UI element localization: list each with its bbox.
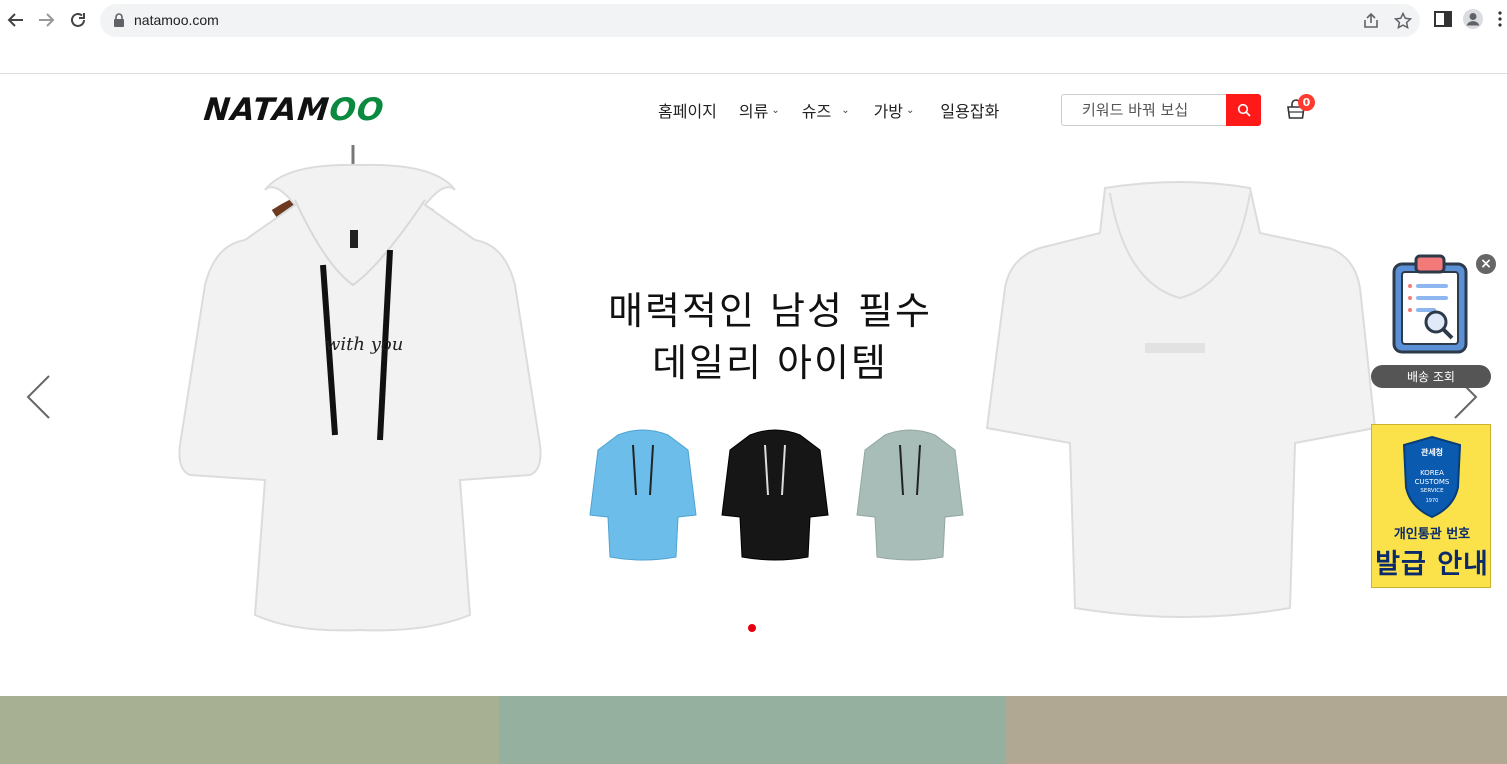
delivery-tracking-button[interactable]: 배송 조회	[1371, 365, 1491, 388]
delivery-tracking-label: 배송 조회	[1407, 370, 1455, 384]
forward-button[interactable]	[34, 8, 58, 32]
side-panel-icon[interactable]	[1432, 8, 1454, 30]
menu-item-label: 홈페이지	[658, 102, 717, 121]
logo-text-accent: OO	[327, 92, 387, 128]
profile-icon[interactable]	[1462, 8, 1484, 30]
customs-shield-icon: 관세청 KOREA CUSTOMS SERVICE 1970	[1402, 435, 1462, 519]
menu-item-label: 의류	[738, 102, 769, 121]
search-input[interactable]	[1062, 95, 1227, 125]
arrow-left-icon	[7, 13, 23, 27]
lock-icon	[114, 13, 124, 27]
hero-headline-line2: 데일리 아이템	[652, 341, 888, 385]
url-text: natamoo.com	[134, 12, 219, 28]
star-icon[interactable]	[1394, 12, 1412, 30]
clipboard-search-icon[interactable]	[1390, 252, 1470, 356]
menu-item-clothing[interactable]: 의류 ⌄	[739, 98, 780, 122]
customs-id-banner[interactable]: 관세청 KOREA CUSTOMS SERVICE 1970 개인통관 번호 발…	[1371, 424, 1491, 588]
menu-item-shoes[interactable]: 슈즈 ⌄	[802, 98, 850, 122]
menu-item-label: 슈즈	[801, 102, 832, 121]
search-icon	[1237, 103, 1251, 117]
menu-item-bags[interactable]: 가방 ⌄	[874, 98, 915, 122]
browser-toolbar: natamoo.com	[0, 0, 1507, 74]
menu-item-goods[interactable]: 일용잡화	[940, 98, 999, 122]
hoodie-blue-image	[589, 429, 697, 561]
site-logo[interactable]: NATAMOO	[202, 92, 386, 128]
reload-button[interactable]	[66, 8, 90, 32]
category-banner-1[interactable]	[0, 696, 499, 764]
slider-pagination-dot[interactable]	[748, 624, 756, 632]
cart-count-badge: 0	[1298, 94, 1315, 111]
search-button[interactable]	[1226, 94, 1261, 126]
hoodie-front-image: with you	[178, 145, 542, 632]
hoodie-gray-image	[856, 429, 964, 561]
share-icon[interactable]	[1362, 12, 1380, 30]
chevron-down-icon: ⌄	[906, 104, 915, 116]
logo-text-primary: NATAM	[202, 92, 332, 128]
kebab-menu-icon[interactable]	[1496, 8, 1504, 30]
customs-line2: 발급 안내	[1375, 549, 1489, 580]
reload-icon	[71, 12, 85, 27]
category-banner-3[interactable]	[1006, 696, 1507, 764]
chevron-down-icon: ⌄	[841, 104, 850, 116]
chevron-down-icon: ⌄	[771, 104, 780, 116]
arrow-right-icon	[39, 13, 55, 27]
widget-close-button[interactable]: ×	[1476, 254, 1496, 274]
slider-prev-icon[interactable]	[24, 374, 54, 420]
menu-item-label: 일용잡화	[940, 102, 1000, 121]
category-banner-2[interactable]	[499, 696, 1006, 764]
hero-headline-line1: 매력적인 남성 필수	[608, 289, 932, 333]
customs-line1: 개인통관 번호	[1393, 527, 1471, 542]
main-menu: 홈페이지 의류 ⌄ 슈즈 ⌄ 가방 ⌄ 일용잡화	[658, 98, 1021, 122]
customs-badge-line3: SERVICE	[1420, 488, 1444, 494]
menu-item-label: 가방	[873, 102, 904, 121]
hero-headline: 매력적인 남성 필수 데일리 아이템	[560, 285, 980, 389]
back-button[interactable]	[4, 8, 28, 32]
svg-text:with you: with you	[325, 334, 403, 355]
search-box	[1061, 94, 1261, 126]
customs-badge-line1: KOREA	[1420, 469, 1444, 477]
menu-item-home[interactable]: 홈페이지	[658, 98, 717, 122]
hoodie-black-image	[721, 429, 829, 561]
customs-badge-year: 1970	[1426, 498, 1439, 504]
customs-badge-line2: CUSTOMS	[1415, 478, 1450, 486]
hoodie-back-image	[985, 181, 1377, 618]
customs-badge-top: 관세청	[1421, 447, 1443, 457]
address-bar[interactable]: natamoo.com	[100, 4, 1420, 37]
